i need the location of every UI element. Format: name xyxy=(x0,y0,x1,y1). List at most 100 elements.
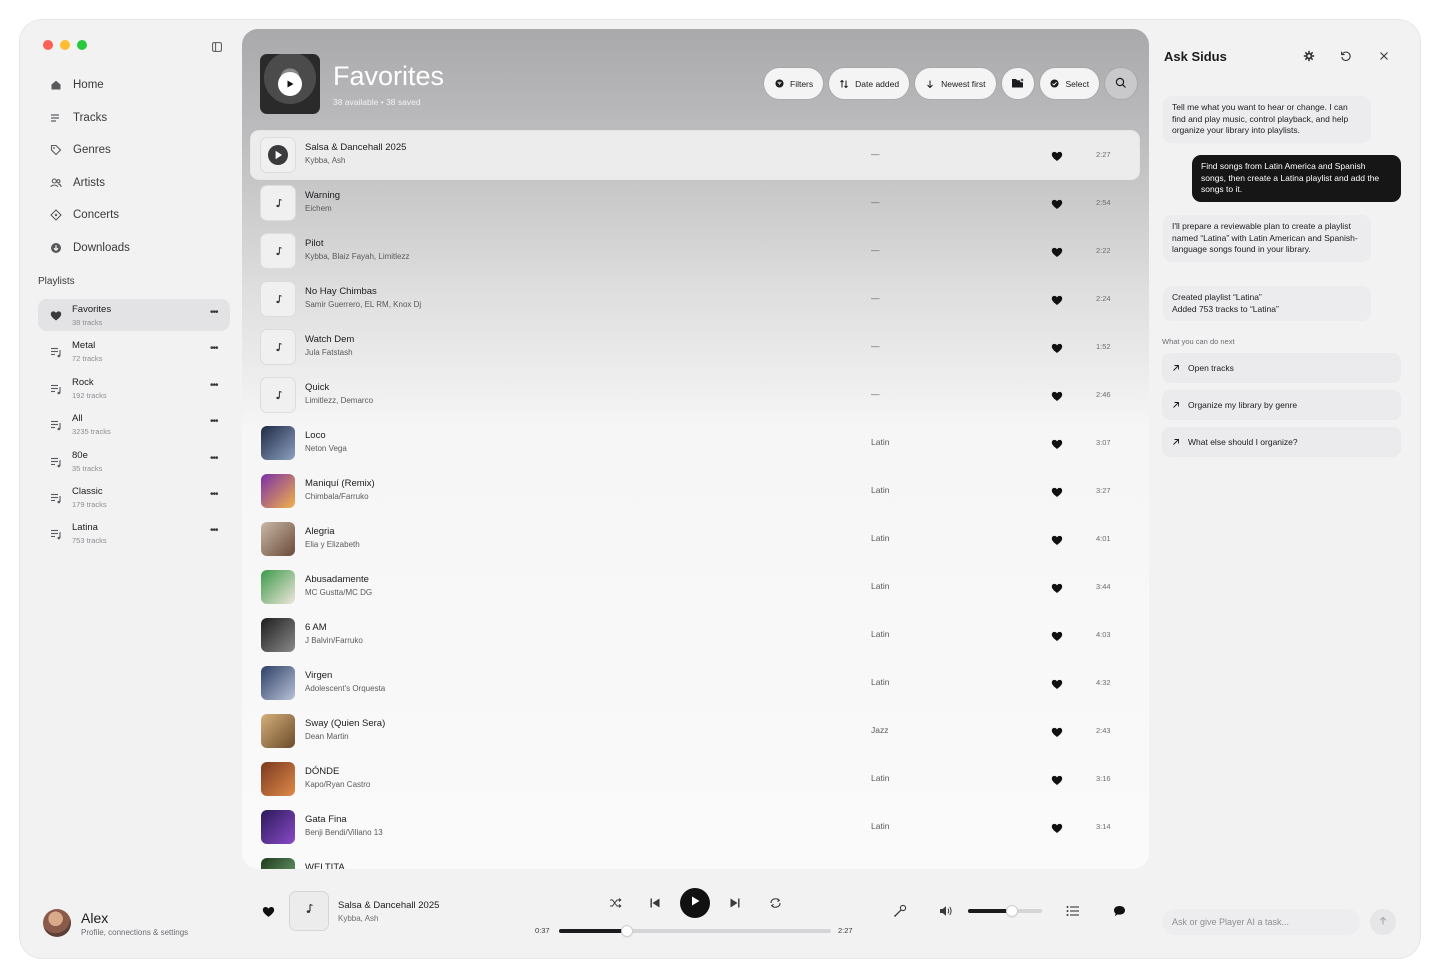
table-row[interactable]: 6 AM J Balvin/Farruko Latin 4:03 xyxy=(251,611,1139,659)
playlist-item-80e[interactable]: 80e 35 tracks ••• xyxy=(38,445,230,477)
assistant-input[interactable] xyxy=(1162,909,1360,935)
heart-icon[interactable] xyxy=(1051,725,1063,737)
play-button[interactable] xyxy=(680,888,710,918)
sidebar-toggle-icon[interactable] xyxy=(212,39,222,52)
playlist-item-all[interactable]: All 3235 tracks ••• xyxy=(38,408,230,440)
search-button[interactable] xyxy=(1105,68,1138,99)
table-row[interactable]: No Hay Chimbas Samir Guerrero, EL RM, Kno… xyxy=(251,275,1139,323)
table-row[interactable]: Quick Limitlezz, Demarco — 2:46 xyxy=(251,371,1139,419)
newest-first-button[interactable]: Newest first xyxy=(915,68,996,99)
album-cover[interactable] xyxy=(261,474,295,508)
select-button[interactable]: Select xyxy=(1039,68,1100,99)
heart-icon[interactable] xyxy=(1051,437,1063,449)
chat-bubble-icon[interactable] xyxy=(1112,904,1126,918)
playlist-item-favorites[interactable]: Favorites 38 tracks ••• xyxy=(38,299,230,331)
table-row[interactable]: Salsa & Dancehall 2025 Kybba, Ash — 2:27 xyxy=(251,131,1139,179)
nav-item-genres[interactable]: Genres xyxy=(49,134,130,167)
album-cover[interactable] xyxy=(261,570,295,604)
table-row[interactable]: Warning Eichem — 2:54 xyxy=(251,179,1139,227)
table-row[interactable]: Loco Neton Vega Latin 3:07 xyxy=(251,419,1139,467)
music-note-icon[interactable] xyxy=(261,186,295,220)
nav-item-tracks[interactable]: Tracks xyxy=(49,102,130,135)
heart-icon[interactable] xyxy=(1051,533,1063,545)
suggestion-what-else[interactable]: What else should I organize? xyxy=(1162,427,1401,457)
next-icon[interactable] xyxy=(728,896,742,910)
more-icon[interactable]: ••• xyxy=(210,344,222,354)
microphone-icon[interactable] xyxy=(893,904,907,918)
album-cover[interactable] xyxy=(261,762,295,796)
nav-item-artists[interactable]: Artists xyxy=(49,167,130,200)
nav-item-downloads[interactable]: Downloads xyxy=(49,232,130,265)
minimize-window-button[interactable] xyxy=(60,40,70,50)
volume-knob[interactable] xyxy=(1007,906,1018,916)
send-button[interactable] xyxy=(1370,909,1396,935)
music-note-icon[interactable] xyxy=(261,282,295,316)
play-circle-icon[interactable] xyxy=(261,138,295,172)
table-row[interactable]: DÓNDE Kapo/Ryan Castro Latin 3:16 xyxy=(251,755,1139,803)
progress-slider[interactable] xyxy=(559,926,831,936)
nav-item-home[interactable]: Home xyxy=(49,69,130,102)
more-icon[interactable]: ••• xyxy=(210,526,222,536)
album-cover[interactable] xyxy=(261,714,295,748)
gear-icon[interactable] xyxy=(1303,50,1315,62)
table-row[interactable]: Pilot Kybba, Blaiz Fayah, Limitlezz — 2:22 xyxy=(251,227,1139,275)
heart-icon[interactable] xyxy=(1051,245,1063,257)
album-cover[interactable] xyxy=(261,810,295,844)
heart-icon[interactable] xyxy=(1051,197,1063,209)
playlist-item-classic[interactable]: Classic 179 tracks ••• xyxy=(38,481,230,513)
favorite-heart-icon[interactable] xyxy=(262,905,275,917)
album-cover[interactable] xyxy=(261,426,295,460)
add-folder-button[interactable] xyxy=(1001,68,1034,99)
date-added-button[interactable]: Date added xyxy=(829,68,910,99)
music-note-icon[interactable] xyxy=(261,330,295,364)
heart-icon[interactable] xyxy=(1051,389,1063,401)
suggestion-open-tracks[interactable]: Open tracks xyxy=(1162,353,1401,383)
table-row[interactable]: Sway (Quien Sera) Dean Martin Jazz 2:43 xyxy=(251,707,1139,755)
album-cover[interactable] xyxy=(261,618,295,652)
heart-icon[interactable] xyxy=(1051,581,1063,593)
playlist-item-metal[interactable]: Metal 72 tracks ••• xyxy=(38,335,230,367)
heart-icon[interactable] xyxy=(1051,629,1063,641)
table-row[interactable]: Virgen Adolescent's Orquesta Latin 4:32 xyxy=(251,659,1139,707)
album-cover[interactable] xyxy=(261,522,295,556)
table-row[interactable]: Watch Dem Jula Fatstash — 1:52 xyxy=(251,323,1139,371)
album-cover[interactable] xyxy=(261,858,295,869)
queue-icon[interactable] xyxy=(1066,904,1080,918)
table-row[interactable]: WELTITA xyxy=(251,851,1139,869)
heart-icon[interactable] xyxy=(1051,149,1063,161)
playlist-item-latina[interactable]: Latina 753 tracks ••• xyxy=(38,517,230,549)
table-row[interactable]: Abusadamente MC Gustta/MC DG Latin 3:44 xyxy=(251,563,1139,611)
table-row[interactable]: Alegria Elia y Elizabeth Latin 4:01 xyxy=(251,515,1139,563)
table-row[interactable]: Maniquí (Remix) Chimbala/Farruko Latin 3:27 xyxy=(251,467,1139,515)
suggestion-organize-by-genre[interactable]: Organize my library by genre xyxy=(1162,390,1401,420)
close-icon[interactable] xyxy=(1378,50,1390,62)
heart-icon[interactable] xyxy=(1051,677,1063,689)
profile-button[interactable]: Alex Profile, connections & settings xyxy=(43,909,188,937)
music-note-icon[interactable] xyxy=(261,234,295,268)
repeat-icon[interactable] xyxy=(768,896,782,910)
heart-icon[interactable] xyxy=(1051,821,1063,833)
shuffle-icon[interactable] xyxy=(608,896,622,910)
play-playlist-button[interactable] xyxy=(278,72,302,96)
close-window-button[interactable] xyxy=(43,40,53,50)
playlist-item-rock[interactable]: Rock 192 tracks ••• xyxy=(38,372,230,404)
now-playing-art[interactable] xyxy=(290,892,328,930)
zoom-window-button[interactable] xyxy=(77,40,87,50)
more-icon[interactable]: ••• xyxy=(210,489,222,500)
progress-knob[interactable] xyxy=(622,926,632,936)
more-icon[interactable]: ••• xyxy=(210,417,222,427)
more-icon[interactable]: ••• xyxy=(210,380,222,391)
heart-icon[interactable] xyxy=(1051,485,1063,497)
album-cover[interactable] xyxy=(261,666,295,700)
nav-item-concerts[interactable]: Concerts xyxy=(49,199,130,232)
heart-icon[interactable] xyxy=(1051,341,1063,353)
more-icon[interactable]: ••• xyxy=(210,308,222,318)
table-row[interactable]: Gata Fina Benji Bendi/Villano 13 Latin 3:14 xyxy=(251,803,1139,851)
playlist-cover[interactable] xyxy=(260,54,320,114)
heart-icon[interactable] xyxy=(1051,773,1063,785)
music-note-icon[interactable] xyxy=(261,378,295,412)
volume-icon[interactable] xyxy=(939,904,953,918)
filters-button[interactable]: Filters xyxy=(764,68,824,99)
previous-icon[interactable] xyxy=(648,896,662,910)
more-icon[interactable]: ••• xyxy=(210,453,222,464)
